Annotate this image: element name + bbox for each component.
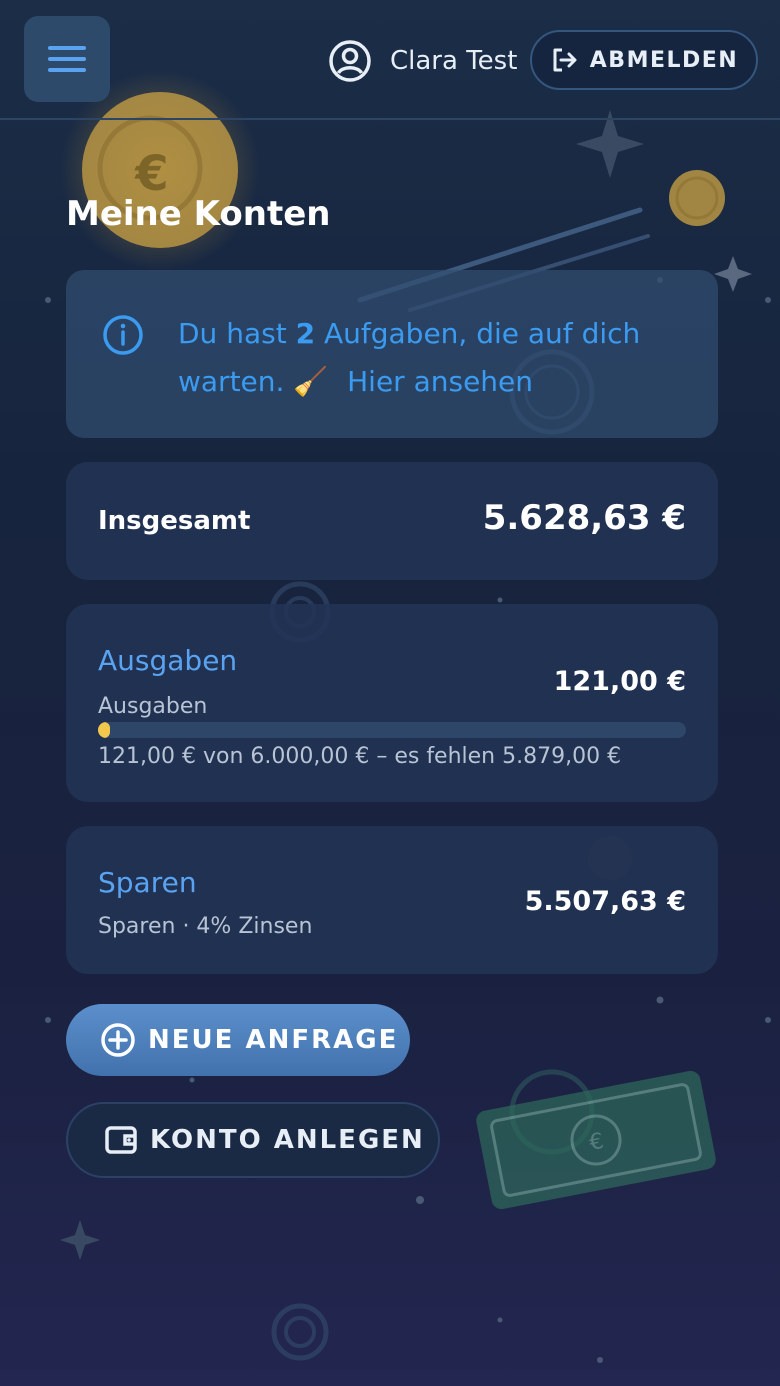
account-name: Sparen [98, 866, 197, 899]
tasks-info-banner: Du hast 2 Aufgaben, die auf dich warten.… [66, 270, 718, 438]
savings-goal-progress [98, 722, 686, 738]
new-request-label: NEUE ANFRAGE [148, 1025, 399, 1055]
info-prefix: Du hast [178, 317, 287, 350]
account-balance: 121,00 € [553, 666, 686, 697]
hamburger-menu-icon[interactable] [24, 16, 110, 102]
sparkle-icon [576, 110, 644, 178]
total-label: Insgesamt [98, 506, 251, 536]
account-card-ausgaben[interactable]: Ausgaben 121,00 € Ausgaben 121,00 € von … [66, 604, 718, 802]
plus-circle-icon [101, 1023, 135, 1057]
account-card-sparen[interactable]: Sparen 5.507,63 € Sparen · 4% Zinsen [66, 826, 718, 974]
account-balance: 5.507,63 € [524, 886, 686, 917]
goal-progress-text: 121,00 € von 6.000,00 € – es fehlen 5.87… [98, 744, 622, 769]
banknote-icon: € [476, 1070, 716, 1210]
tasks-info-text: Du hast 2 Aufgaben, die auf dich warten.… [178, 310, 688, 406]
create-account-label: KONTO ANLEGEN [150, 1125, 425, 1155]
total-value: 5.628,63 € [482, 498, 686, 538]
progress-fill [98, 722, 110, 738]
logout-button[interactable]: ABMELDEN [530, 30, 758, 90]
user-circle-icon [329, 40, 371, 82]
broom-icon: 🧹 [293, 365, 329, 398]
logout-label: ABMELDEN [589, 47, 739, 73]
sparkle-icon [60, 1220, 100, 1260]
wallet-icon [105, 1126, 137, 1154]
app-header: Clara Test ABMELDEN [0, 0, 780, 120]
sparkle-icon [714, 256, 752, 292]
new-request-button[interactable]: NEUE ANFRAGE [66, 1004, 410, 1076]
user-name: Clara Test [390, 46, 518, 76]
task-count: 2 [295, 317, 316, 350]
view-tasks-link[interactable]: Hier ansehen [347, 365, 533, 398]
create-account-button[interactable]: KONTO ANLEGEN [66, 1102, 440, 1178]
small-coin-icon [669, 170, 725, 226]
total-balance-card: Insgesamt 5.628,63 € [66, 462, 718, 580]
logout-icon [553, 48, 577, 72]
info-icon [103, 315, 143, 355]
account-name: Ausgaben [98, 644, 238, 677]
account-subtitle: Ausgaben [98, 694, 208, 719]
svg-text:€: € [587, 1129, 606, 1156]
page-title: Meine Konten [66, 194, 331, 234]
user-profile[interactable]: Clara Test [328, 38, 517, 84]
account-subtitle: Sparen · 4% Zinsen [98, 914, 313, 939]
